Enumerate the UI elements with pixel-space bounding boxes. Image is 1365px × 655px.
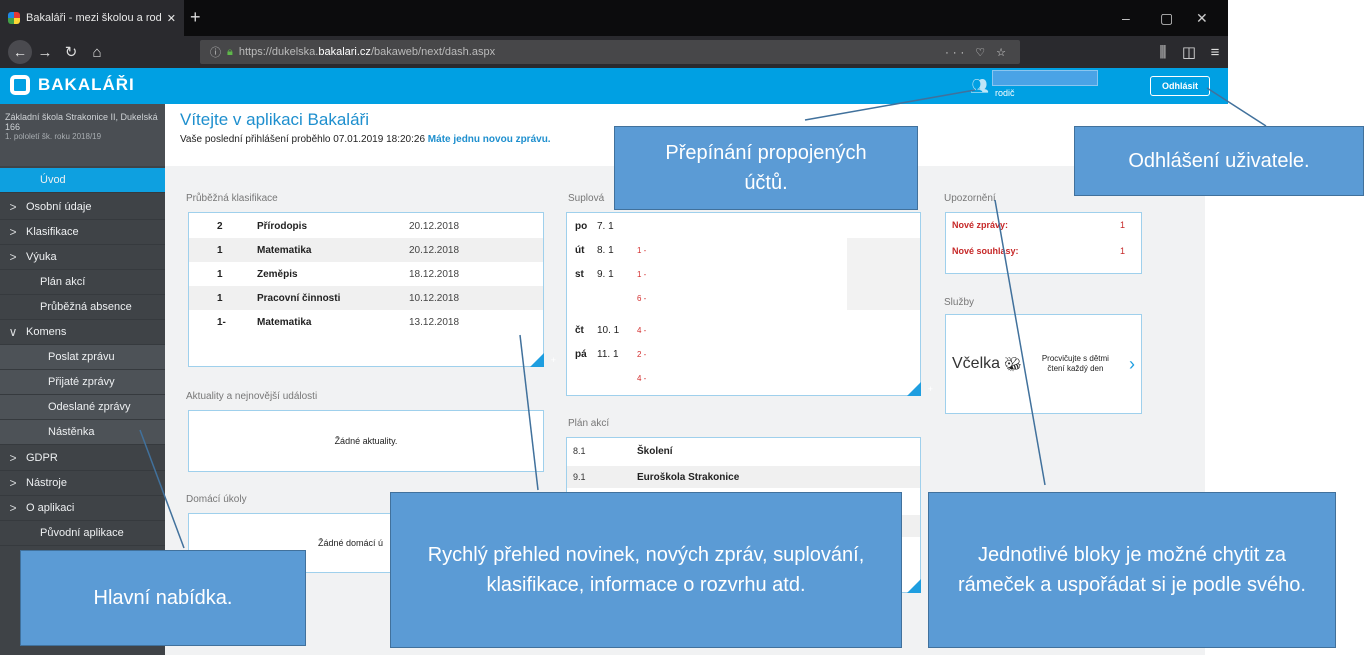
substitutions-panel[interactable]: po 7. 1 út 8. 11 - st 9. 11 - 6 - čt 10. 14 …: [566, 212, 933, 396]
vcelka-logo: Včelka: [952, 355, 1001, 372]
notices-panel[interactable]: Nové zprávy: 1 Nové souhlasy: 1: [945, 212, 1142, 274]
page-actions-icon[interactable]: ··· ♡ ☆: [945, 46, 1010, 59]
substitution-row: 6 -: [567, 286, 920, 310]
homework-empty: Žádné domácí ú: [317, 538, 383, 548]
grade-row[interactable]: 1 Zeměpis 18.12.2018: [189, 262, 543, 286]
sidebar-item-puvodni-aplikace[interactable]: Původní aplikace: [0, 521, 165, 546]
last-login-line: Vaše poslední přihlášení proběhlo 07.01.…: [180, 134, 551, 145]
substitution-row: 4 -: [637, 373, 647, 383]
chevron-right-icon: >: [9, 225, 17, 239]
account-switcher[interactable]: [992, 70, 1098, 86]
chevron-right-icon: >: [9, 250, 17, 264]
callout-switch-accounts: Přepínání propojených účtů.: [614, 126, 918, 210]
sidebar-item-poslat-zpravu[interactable]: Poslat zprávu: [0, 345, 165, 370]
page-title: Vítejte v aplikaci Bakaláři: [180, 110, 369, 129]
expand-icon[interactable]: +: [530, 353, 556, 367]
brand-logo[interactable]: BAKALÁŘI: [10, 75, 135, 95]
vcelka-text: Procvičujte s dětmi čtení každý den: [1041, 354, 1109, 373]
library-icon[interactable]: ⫼: [1150, 44, 1176, 61]
sidebar-item-odeslane-zpravy[interactable]: Odeslané zprávy: [0, 395, 165, 420]
school-year: 1. pololetí šk. roku 2018/19: [5, 132, 102, 141]
event-row[interactable]: 9.1 Euroškola Strakonice: [567, 466, 920, 488]
close-window-icon[interactable]: ✕: [1196, 10, 1208, 27]
sidebar-item-vyuka[interactable]: > Výuka: [0, 245, 165, 270]
homework-title: Domácí úkoly: [186, 494, 247, 505]
substitution-row: pá 11. 12 -: [575, 348, 647, 360]
minimize-icon[interactable]: –: [1122, 10, 1130, 26]
callout-overview: Rychlý přehled novinek, nových zpráv, su…: [390, 492, 902, 648]
restore-icon[interactable]: ▢: [1160, 10, 1173, 27]
news-empty: Žádné aktuality.: [334, 436, 398, 446]
sidebar-item-plan-akci[interactable]: Plán akcí: [0, 270, 165, 295]
callout-blocks: Jednotlivé bloky je možné chytit za ráme…: [928, 492, 1336, 648]
info-icon[interactable]: ⓘ: [210, 44, 221, 60]
browser-tab[interactable]: Bakaláři - mezi školou a rodinou ✕: [0, 0, 184, 36]
new-message-link[interactable]: Máte jednu novou zprávu.: [428, 134, 551, 145]
sidebar-item-o-aplikaci[interactable]: > O aplikaci: [0, 496, 165, 521]
home-icon[interactable]: ⌂: [84, 44, 110, 61]
menu-icon[interactable]: ≡: [1202, 44, 1228, 61]
sidebar-item-prijate-zpravy[interactable]: Přijaté zprávy: [0, 370, 165, 395]
chevron-right-icon[interactable]: ›: [1129, 354, 1135, 375]
school-info: Základní škola Strakonice II, Dukelská 1…: [0, 104, 165, 166]
browser-tab-bar: [0, 0, 1228, 36]
events-title: Plán akcí: [568, 418, 610, 429]
users-icon[interactable]: 👥︎: [970, 77, 989, 95]
brand-name: BAKALÁŘI: [38, 75, 135, 94]
url-bar[interactable]: ⓘ 🔒︎ https://dukelska.bakalari.cz/bakawe…: [200, 40, 1020, 64]
school-name: Základní škola Strakonice II, Dukelská 1…: [5, 112, 158, 132]
new-messages-row[interactable]: Nové zprávy: 1: [946, 215, 1141, 235]
chevron-right-icon: >: [9, 476, 17, 490]
forward-icon[interactable]: →: [32, 44, 58, 61]
notices-title: Upozornění: [944, 193, 996, 204]
grade-row[interactable]: 2 Přírodopis 20.12.2018: [189, 214, 543, 238]
chevron-right-icon: >: [9, 451, 17, 465]
url-text: https://dukelska.bakalari.cz/bakaweb/nex…: [238, 46, 496, 58]
reload-icon[interactable]: ↻: [58, 43, 84, 61]
grades-title: Průběžná klasifikace: [186, 193, 278, 204]
chevron-down-icon: ∨: [8, 325, 18, 339]
grade-row[interactable]: 1 Matematika 20.12.2018: [189, 238, 543, 262]
news-title: Aktuality a nejnovější události: [186, 391, 318, 402]
logout-button[interactable]: Odhlásit: [1150, 76, 1210, 96]
sidebar-item-klasifikace[interactable]: > Klasifikace: [0, 220, 165, 245]
new-tab-button[interactable]: +: [190, 8, 201, 26]
sidebar-item-nastenka[interactable]: Nástěnka: [0, 420, 165, 445]
substitutions-title: Suplová: [568, 193, 605, 204]
substitution-row: po 7. 1: [575, 220, 614, 232]
logo-icon: [10, 75, 30, 95]
substitution-row: út 8. 11 -: [567, 238, 920, 262]
new-consents-row[interactable]: Nové souhlasy: 1: [946, 241, 1141, 261]
lock-icon: 🔒︎: [227, 45, 233, 58]
chevron-right-icon: >: [9, 200, 17, 214]
sidebar-toggle-icon[interactable]: ◫: [1176, 43, 1202, 61]
chevron-right-icon: >: [9, 501, 17, 515]
grade-row[interactable]: 1- Matematika 13.12.2018: [189, 310, 543, 334]
vcelka-service[interactable]: Včelka 🐝︎ Procvičujte s dětmi čtení každý…: [945, 314, 1142, 414]
user-role: rodič: [995, 88, 1015, 98]
event-row[interactable]: 8.1 Školení: [567, 440, 920, 462]
sidebar-item-absence[interactable]: Průběžná absence: [0, 295, 165, 320]
sidebar-item-uvod[interactable]: Úvod: [0, 168, 165, 193]
favicon-icon: [8, 12, 20, 24]
bee-icon: 🐝︎: [1004, 355, 1022, 372]
sidebar-item-gdpr[interactable]: > GDPR: [0, 446, 165, 471]
news-panel[interactable]: Žádné aktuality.: [188, 410, 544, 472]
sidebar-item-osobni-udaje[interactable]: > Osobní údaje: [0, 195, 165, 220]
substitution-row: čt 10. 14 -: [575, 324, 647, 336]
grades-panel[interactable]: 2 Přírodopis 20.12.2018 1 Matematika 20.12.2…: [188, 212, 556, 367]
grade-row[interactable]: 1 Pracovní činnosti 10.12.2018: [189, 286, 543, 310]
callout-logout: Odhlášení uživatele.: [1074, 126, 1364, 196]
tab-title: Bakaláři - mezi školou a rodinou: [26, 12, 161, 24]
services-title: Služby: [944, 297, 975, 308]
sidebar-item-komens[interactable]: ∨ Komens: [0, 320, 165, 345]
close-tab-icon[interactable]: ✕: [167, 12, 176, 25]
substitution-row: st 9. 11 -: [567, 262, 920, 286]
expand-icon[interactable]: +: [907, 579, 933, 593]
expand-icon[interactable]: +: [907, 382, 933, 396]
back-button[interactable]: ←: [8, 40, 32, 64]
callout-menu: Hlavní nabídka.: [20, 550, 306, 646]
sidebar-item-nastroje[interactable]: > Nástroje: [0, 471, 165, 496]
